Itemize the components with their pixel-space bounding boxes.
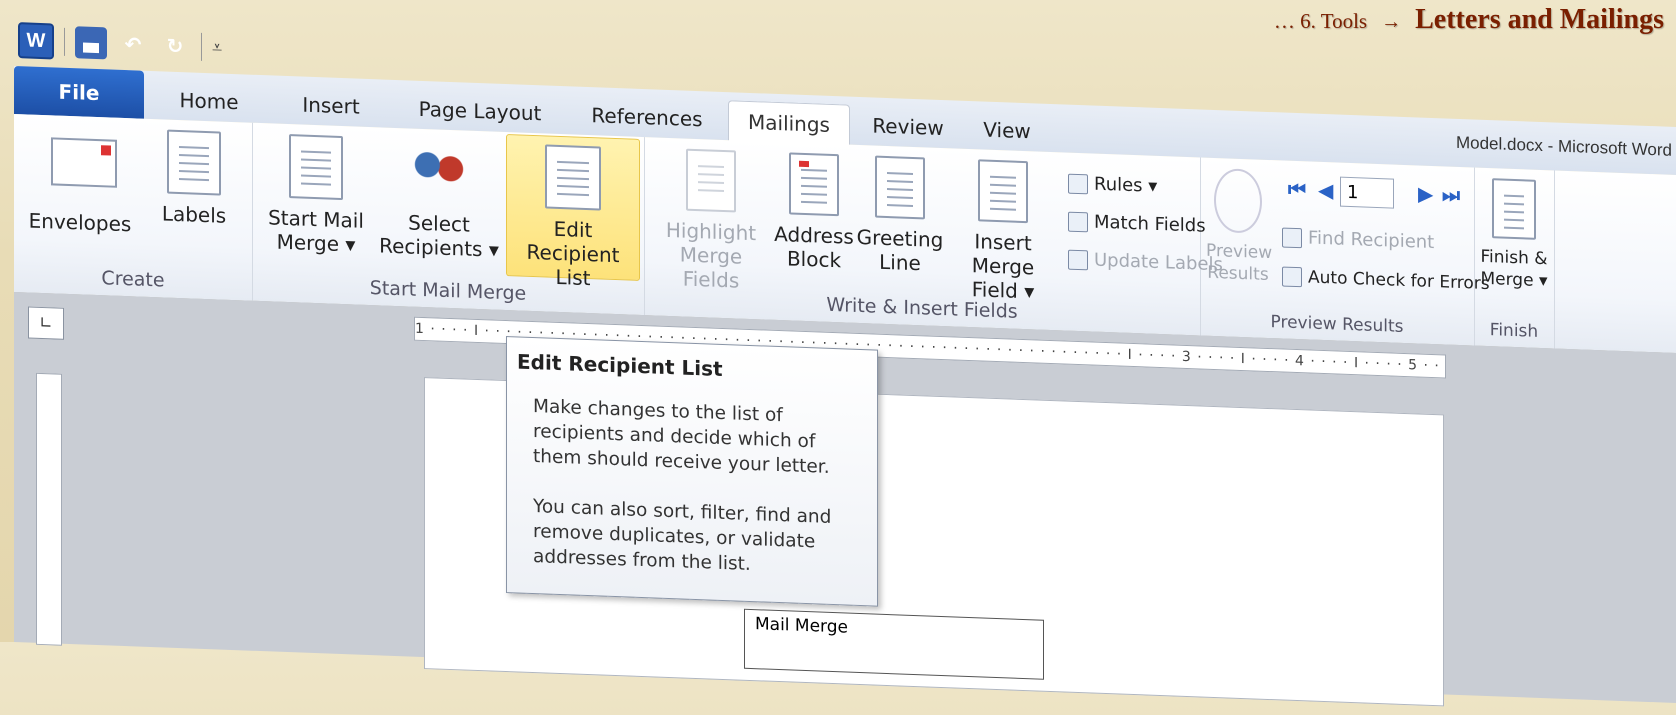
match-fields-icon [1068, 211, 1088, 232]
start-mail-merge-icon [289, 134, 343, 201]
group-label-create: Create [101, 267, 165, 292]
window-title: Model.docx - Microsoft Word [1455, 132, 1672, 160]
rules-button[interactable]: Rules ▾ [1068, 173, 1157, 197]
slide-breadcrumb: … 6. Tools → Letters and Mailings [1274, 4, 1664, 36]
group-create: Envelopes Labels Create [14, 114, 253, 301]
envelopes-label: Envelopes [28, 208, 132, 237]
group-write-insert-fields: Highlight Merge Fields Address Block Gre… [644, 137, 1223, 336]
highlight-label-1: Highlight [665, 217, 757, 246]
address-block-label-2: Block [786, 246, 842, 273]
group-start-mail-merge: Start Mail Merge ▾ Select Recipients ▾ E… [252, 122, 645, 316]
start-mail-merge-button[interactable]: Start Mail Merge ▾ [262, 133, 370, 257]
tab-mailings[interactable]: Mailings [728, 100, 850, 146]
finish-label-1: Finish & [1480, 246, 1548, 270]
redo-icon[interactable]: ↻ [159, 29, 191, 62]
tooltip-paragraph-1: Make changes to the list of recipients a… [533, 396, 830, 478]
preview-results-icon [1214, 168, 1262, 234]
rules-icon [1068, 173, 1088, 194]
tab-file[interactable]: File [14, 66, 144, 119]
tooltip-title: Edit Recipient List [517, 349, 723, 381]
mail-merge-dialog-title: Mail Merge [755, 614, 849, 638]
group-label-finish: Finish [1489, 320, 1539, 342]
greeting-line-icon [875, 155, 925, 220]
tab-references[interactable]: References [574, 95, 720, 140]
last-record-icon[interactable]: ⏭ [1442, 182, 1460, 207]
tab-page-layout[interactable]: Page Layout [400, 88, 560, 134]
word-icon[interactable]: W [18, 22, 54, 60]
preview-results-button[interactable]: Preview Results [1206, 168, 1273, 286]
group-finish: Finish & Merge ▾ Finish [1474, 167, 1555, 349]
tab-home[interactable]: Home [154, 79, 264, 123]
finish-merge-icon [1492, 178, 1536, 240]
first-record-icon[interactable]: ⏮ [1288, 177, 1306, 202]
start-mail-merge-label-2: Merge ▾ [276, 229, 356, 257]
record-number-input[interactable]: 1 [1340, 176, 1394, 209]
rules-label: Rules ▾ [1094, 173, 1158, 197]
match-fields-label: Match Fields [1094, 211, 1206, 237]
labels-icon [167, 129, 221, 196]
next-record-icon[interactable]: ▶ [1418, 181, 1433, 206]
breadcrumb-current: Letters and Mailings [1415, 4, 1664, 35]
edit-recipient-list-button[interactable]: Edit Recipient List [506, 134, 640, 290]
recipients-icon [410, 138, 468, 205]
group-preview-results: Preview Results ⏮ ◀ 1 ▶ ⏭ Find Recipient… [1200, 157, 1490, 346]
insert-merge-field-button[interactable]: Insert Merge Field ▾ [944, 158, 1062, 304]
breadcrumb-prefix: … 6. Tools [1273, 9, 1368, 33]
preview-label-1: Preview [1206, 240, 1273, 264]
find-recipient-label: Find Recipient [1308, 227, 1435, 254]
envelope-icon [51, 137, 117, 188]
highlight-icon [686, 148, 736, 213]
qat-separator [64, 27, 65, 56]
auto-check-icon [1282, 266, 1302, 288]
undo-icon[interactable]: ↶ [117, 28, 149, 61]
address-block-icon [789, 152, 839, 217]
labels-button[interactable]: Labels [154, 129, 234, 228]
greeting-line-button[interactable]: Greeting Line [856, 155, 944, 276]
tooltip-paragraph-2: You can also sort, filter, find and remo… [533, 496, 832, 576]
vertical-ruler[interactable] [36, 372, 62, 646]
previous-record-icon[interactable]: ◀ [1318, 178, 1333, 203]
auto-check-errors-button[interactable]: Auto Check for Errors [1282, 266, 1490, 294]
address-block-button[interactable]: Address Block [774, 152, 854, 273]
select-recipients-label-2: Recipients ▾ [379, 233, 499, 262]
breadcrumb-arrow: → [1381, 11, 1402, 33]
preview-label-2: Results [1207, 262, 1269, 286]
edit-list-icon [545, 144, 601, 211]
tab-insert[interactable]: Insert [276, 84, 386, 128]
update-labels-icon [1068, 249, 1088, 270]
envelopes-button[interactable]: Envelopes [24, 124, 136, 236]
greeting-line-label-1: Greeting [856, 224, 944, 253]
qat-separator [201, 32, 202, 61]
greeting-line-label-2: Line [879, 249, 921, 276]
tab-view[interactable]: View [966, 109, 1048, 152]
select-recipients-button[interactable]: Select Recipients ▾ [376, 137, 502, 262]
labels-label: Labels [161, 201, 227, 228]
customize-qat-icon[interactable]: ⩡ [212, 37, 222, 58]
finish-label-2: Merge ▾ [1480, 268, 1548, 292]
mail-merge-dialog[interactable]: Mail Merge [744, 608, 1044, 680]
highlight-label-2: Merge Fields [679, 242, 743, 293]
highlight-merge-fields-button[interactable]: Highlight Merge Fields [654, 147, 768, 293]
group-label-preview: Preview Results [1270, 312, 1404, 337]
auto-check-label: Auto Check for Errors [1308, 267, 1490, 295]
finish-merge-button[interactable]: Finish & Merge ▾ [1478, 178, 1550, 293]
address-block-label-1: Address [774, 221, 854, 249]
tab-review[interactable]: Review [860, 105, 956, 149]
insert-merge-field-icon [978, 159, 1028, 224]
find-recipient-icon [1282, 226, 1302, 248]
word-window: W ↶ ↻ ⩡ File Home Insert Page Layout Ref… [14, 18, 1676, 707]
save-icon[interactable] [75, 26, 107, 60]
tab-selector[interactable]: ∟ [28, 306, 64, 340]
match-fields-button[interactable]: Match Fields [1068, 211, 1206, 237]
edit-recipient-list-tooltip: Edit Recipient List Make changes to the … [506, 336, 878, 607]
insert-merge-field-label-1: Insert Merge [971, 229, 1035, 280]
find-recipient-button[interactable]: Find Recipient [1282, 226, 1434, 253]
